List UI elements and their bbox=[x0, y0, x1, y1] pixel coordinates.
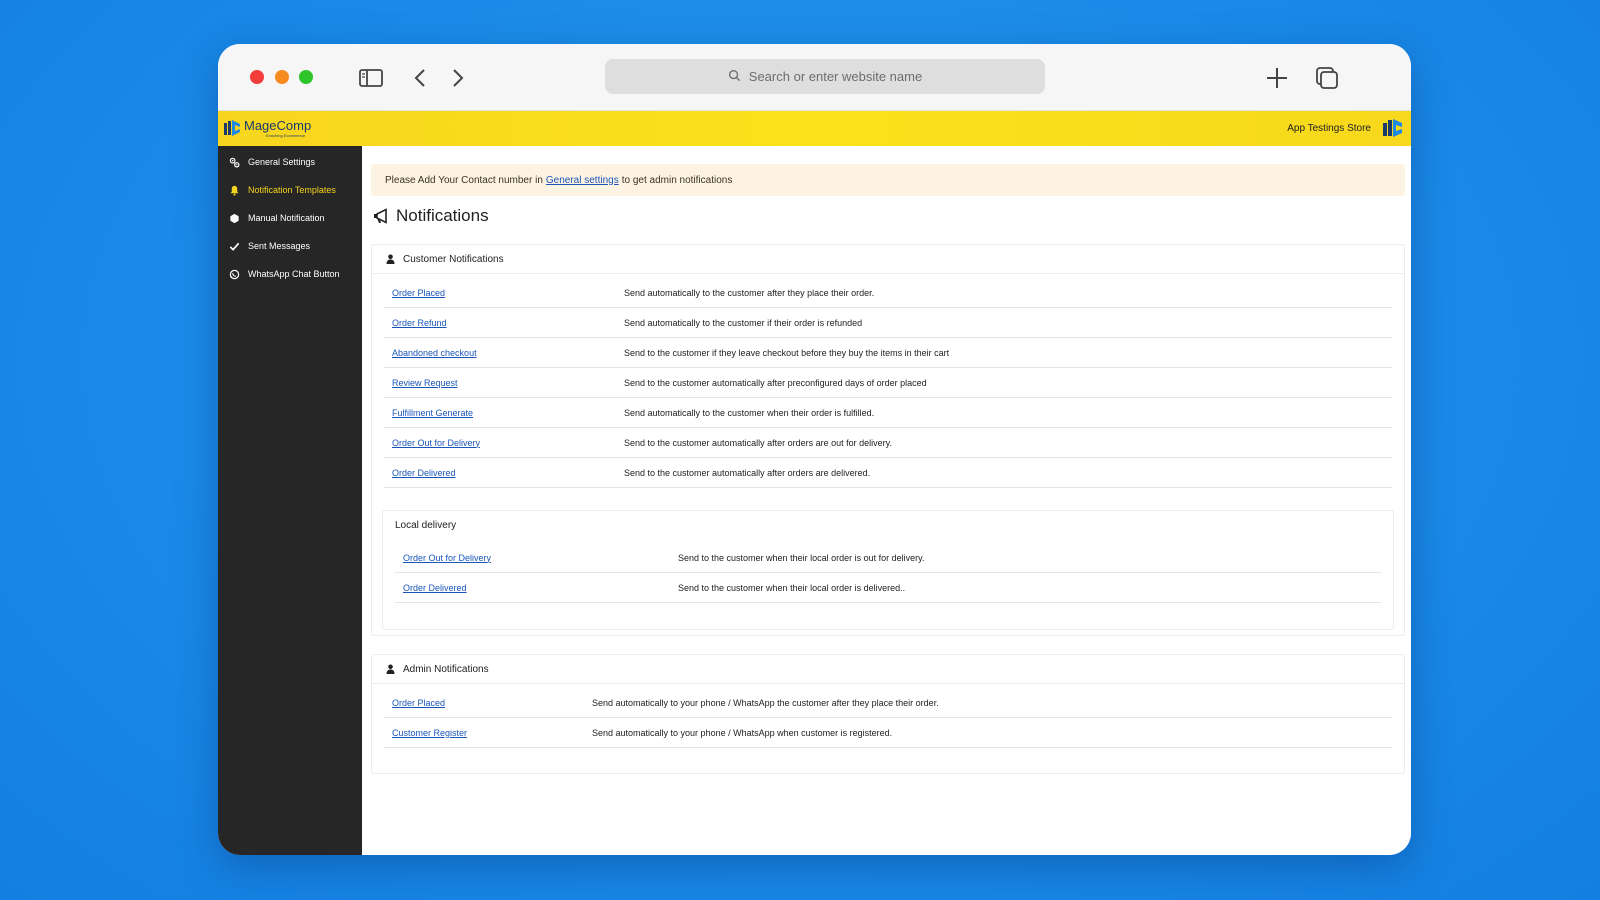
table-row: Order Refund Send automatically to the c… bbox=[384, 308, 1392, 338]
hexagon-icon bbox=[229, 213, 240, 224]
table-row: Abandoned checkout Send to the customer … bbox=[384, 338, 1392, 368]
notification-description: Send automatically to the customer when … bbox=[624, 407, 875, 418]
local-link-order-out-for-delivery[interactable]: Order Out for Delivery bbox=[395, 553, 678, 563]
table-row: Fulfillment Generate Send automatically … bbox=[384, 398, 1392, 428]
notification-link-fulfillment-generate[interactable]: Fulfillment Generate bbox=[384, 408, 624, 418]
notification-description: Send to the customer automatically after… bbox=[624, 467, 871, 478]
browser-toolbar: Search or enter website name bbox=[218, 44, 1411, 111]
sidebar: General Settings Notification Templates … bbox=[218, 146, 362, 855]
notification-link-order-out-for-delivery[interactable]: Order Out for Delivery bbox=[384, 438, 624, 448]
table-row: Order Placed Send automatically to your … bbox=[384, 688, 1392, 718]
table-row: Order Delivered Send to the customer whe… bbox=[395, 573, 1381, 603]
logo-tagline: Enriching Ecommerce bbox=[266, 133, 306, 138]
notification-description: Send to the customer automatically after… bbox=[624, 377, 927, 388]
browser-window: Search or enter website name MageComp En… bbox=[218, 44, 1411, 855]
customer-notifications-card: Customer Notifications Order Placed Send… bbox=[371, 244, 1405, 636]
sidebar-item-label: Sent Messages bbox=[248, 241, 311, 251]
admin-notifications-card: Admin Notifications Order Placed Send au… bbox=[371, 654, 1405, 774]
notification-description: Send to the customer when their local or… bbox=[678, 582, 906, 593]
notification-link-order-delivered[interactable]: Order Delivered bbox=[384, 468, 624, 478]
user-icon bbox=[386, 254, 395, 264]
table-row: Order Out for Delivery Send to the custo… bbox=[384, 428, 1392, 458]
notification-link-abandoned-checkout[interactable]: Abandoned checkout bbox=[384, 348, 624, 358]
notification-description: Send automatically to your phone / Whats… bbox=[592, 727, 893, 738]
general-settings-link[interactable]: General settings bbox=[546, 175, 619, 186]
forward-icon[interactable] bbox=[444, 65, 470, 91]
logo-text: MageComp bbox=[244, 118, 312, 133]
table-row: Review Request Send to the customer auto… bbox=[384, 368, 1392, 398]
search-icon bbox=[728, 69, 741, 85]
local-delivery-card: Local delivery Order Out for Delivery Se… bbox=[382, 510, 1394, 630]
main-content: Please Add Your Contact number in Genera… bbox=[362, 146, 1411, 855]
admin-notifications-title: Admin Notifications bbox=[403, 663, 489, 675]
new-tab-icon[interactable] bbox=[1264, 65, 1290, 91]
customer-notifications-title: Customer Notifications bbox=[403, 253, 504, 265]
store-logo-icon bbox=[1383, 119, 1402, 137]
notification-description: Send to the customer automatically after… bbox=[624, 437, 892, 448]
store-info: App Testings Store bbox=[1287, 117, 1403, 139]
notification-description: Send to the customer if they leave check… bbox=[624, 347, 950, 358]
tab-overview-icon[interactable] bbox=[1314, 65, 1340, 91]
alert-text-after: to get admin notifications bbox=[621, 174, 733, 186]
megaphone-icon bbox=[374, 208, 387, 224]
sidebar-item-label: Manual Notification bbox=[248, 213, 325, 223]
sidebar-item-sent-messages[interactable]: Sent Messages bbox=[218, 232, 362, 260]
address-bar[interactable]: Search or enter website name bbox=[605, 59, 1045, 94]
bell-icon bbox=[229, 185, 240, 196]
notification-description: Send automatically to the customer after… bbox=[624, 287, 875, 298]
maximize-window-button[interactable] bbox=[299, 70, 313, 84]
notification-link-order-placed[interactable]: Order Placed bbox=[384, 288, 624, 298]
notification-description: Send automatically to your phone / Whats… bbox=[592, 697, 939, 708]
notification-link-review-request[interactable]: Review Request bbox=[384, 378, 624, 388]
whatsapp-icon bbox=[229, 269, 240, 280]
gear-icon bbox=[229, 157, 240, 168]
magecomp-logo-icon bbox=[224, 119, 240, 136]
admin-link-customer-register[interactable]: Customer Register bbox=[384, 728, 592, 738]
notification-description: Send automatically to the customer if th… bbox=[624, 317, 863, 328]
table-row: Order Delivered Send to the customer aut… bbox=[384, 458, 1392, 488]
sidebar-item-label: WhatsApp Chat Button bbox=[248, 269, 340, 279]
admin-notifications-header: Admin Notifications bbox=[372, 655, 1404, 684]
local-delivery-title: Local delivery bbox=[395, 519, 457, 531]
page-title: Notifications bbox=[372, 206, 489, 226]
table-row: Order Out for Delivery Send to the custo… bbox=[395, 543, 1381, 573]
notification-description: Send to the customer when their local or… bbox=[678, 552, 925, 563]
notification-link-order-refund[interactable]: Order Refund bbox=[384, 318, 624, 328]
magecomp-logo[interactable]: MageComp Enriching Ecommerce bbox=[224, 117, 311, 138]
table-row: Customer Register Send automatically to … bbox=[384, 718, 1392, 748]
sidebar-item-notification-templates[interactable]: Notification Templates bbox=[218, 176, 362, 204]
sidebar-toggle-icon[interactable] bbox=[358, 65, 384, 91]
back-icon[interactable] bbox=[408, 65, 434, 91]
table-row: Order Placed Send automatically to the c… bbox=[384, 278, 1392, 308]
user-icon bbox=[386, 664, 395, 674]
store-name: App Testings Store bbox=[1287, 122, 1371, 134]
customer-notifications-header: Customer Notifications bbox=[372, 245, 1404, 274]
address-placeholder: Search or enter website name bbox=[748, 69, 923, 84]
sidebar-item-label: Notification Templates bbox=[248, 185, 336, 195]
admin-link-order-placed[interactable]: Order Placed bbox=[384, 698, 592, 708]
alert-text-before: Please Add Your Contact number in bbox=[385, 174, 543, 186]
sidebar-item-general-settings[interactable]: General Settings bbox=[218, 148, 362, 176]
page-title-text: Notifications bbox=[396, 206, 489, 225]
sidebar-item-whatsapp-chat-button[interactable]: WhatsApp Chat Button bbox=[218, 260, 362, 288]
sidebar-item-manual-notification[interactable]: Manual Notification bbox=[218, 204, 362, 232]
app-header: MageComp Enriching Ecommerce App Testing… bbox=[218, 111, 1411, 146]
close-window-button[interactable] bbox=[250, 70, 264, 84]
minimize-window-button[interactable] bbox=[275, 70, 289, 84]
contact-warning-alert: Please Add Your Contact number in Genera… bbox=[371, 164, 1405, 196]
check-icon bbox=[229, 241, 240, 252]
sidebar-item-label: General Settings bbox=[248, 157, 316, 167]
local-link-order-delivered[interactable]: Order Delivered bbox=[395, 583, 678, 593]
